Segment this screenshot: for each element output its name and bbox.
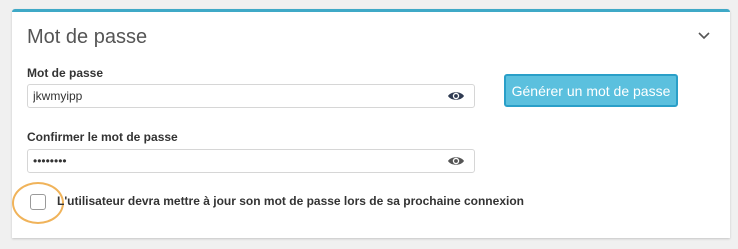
confirm-password-input[interactable] <box>28 150 433 172</box>
password-input[interactable] <box>28 85 433 107</box>
confirm-password-label: Confirmer le mot de passe <box>27 130 178 144</box>
generate-password-button[interactable]: Générer un mot de passe <box>504 74 678 107</box>
panel-title: Mot de passe <box>27 26 148 48</box>
chevron-down-icon[interactable] <box>696 28 712 44</box>
password-input-wrapper <box>27 84 475 108</box>
force-update-label[interactable]: L'utilisateur devra mettre à jour son mo… <box>57 194 524 208</box>
eye-icon[interactable] <box>447 155 465 167</box>
force-update-checkbox[interactable] <box>30 194 46 210</box>
confirm-password-input-wrapper <box>27 149 475 173</box>
password-label: Mot de passe <box>27 66 104 80</box>
password-panel: Mot de passe Mot de passe Générer un mot… <box>12 9 730 238</box>
eye-icon[interactable] <box>447 90 465 102</box>
